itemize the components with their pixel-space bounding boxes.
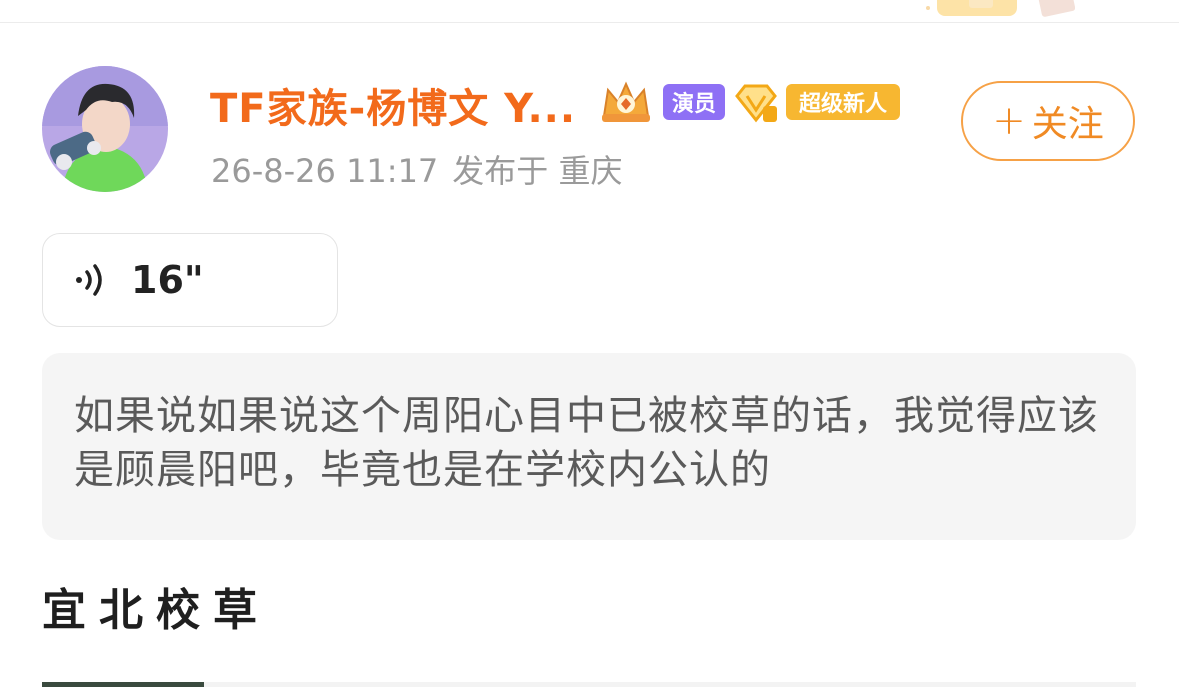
diamond-level-icon <box>735 84 777 123</box>
plus-icon: + <box>992 98 1026 144</box>
voice-duration: 16" <box>131 258 204 302</box>
crown-badge-icon <box>602 81 650 122</box>
post-meta: 26-8-26 11:17 发布于 重庆 <box>211 146 622 192</box>
voice-message[interactable]: 16" <box>42 233 338 327</box>
quote-block: 如果说如果说这个周阳心目中已被校草的话，我觉得应该是顾晨阳吧，毕竟也是在学校内公… <box>42 353 1136 540</box>
quote-text: 如果说如果说这个周阳心目中已被校草的话，我觉得应该是顾晨阳吧，毕竟也是在学校内公… <box>74 393 1099 493</box>
super-newbie-badge: 超级新人 <box>786 84 900 120</box>
username[interactable]: TF家族-杨博文 Y... <box>210 76 576 134</box>
top-decoration-icon <box>926 0 1075 17</box>
follow-button[interactable]: + 关注 <box>961 81 1135 161</box>
follow-label: 关注 <box>1031 104 1104 145</box>
thumbnail-image[interactable] <box>42 682 204 687</box>
content-card[interactable] <box>204 682 1136 687</box>
actor-badge: 演员 <box>663 84 725 120</box>
top-divider <box>0 22 1179 23</box>
post-timestamp: 26-8-26 11:17 <box>211 152 439 190</box>
sound-wave-icon <box>76 264 102 296</box>
avatar[interactable] <box>42 66 168 192</box>
section-title: 宜北校草 <box>42 585 270 636</box>
post-location: 发布于 重庆 <box>452 152 623 190</box>
